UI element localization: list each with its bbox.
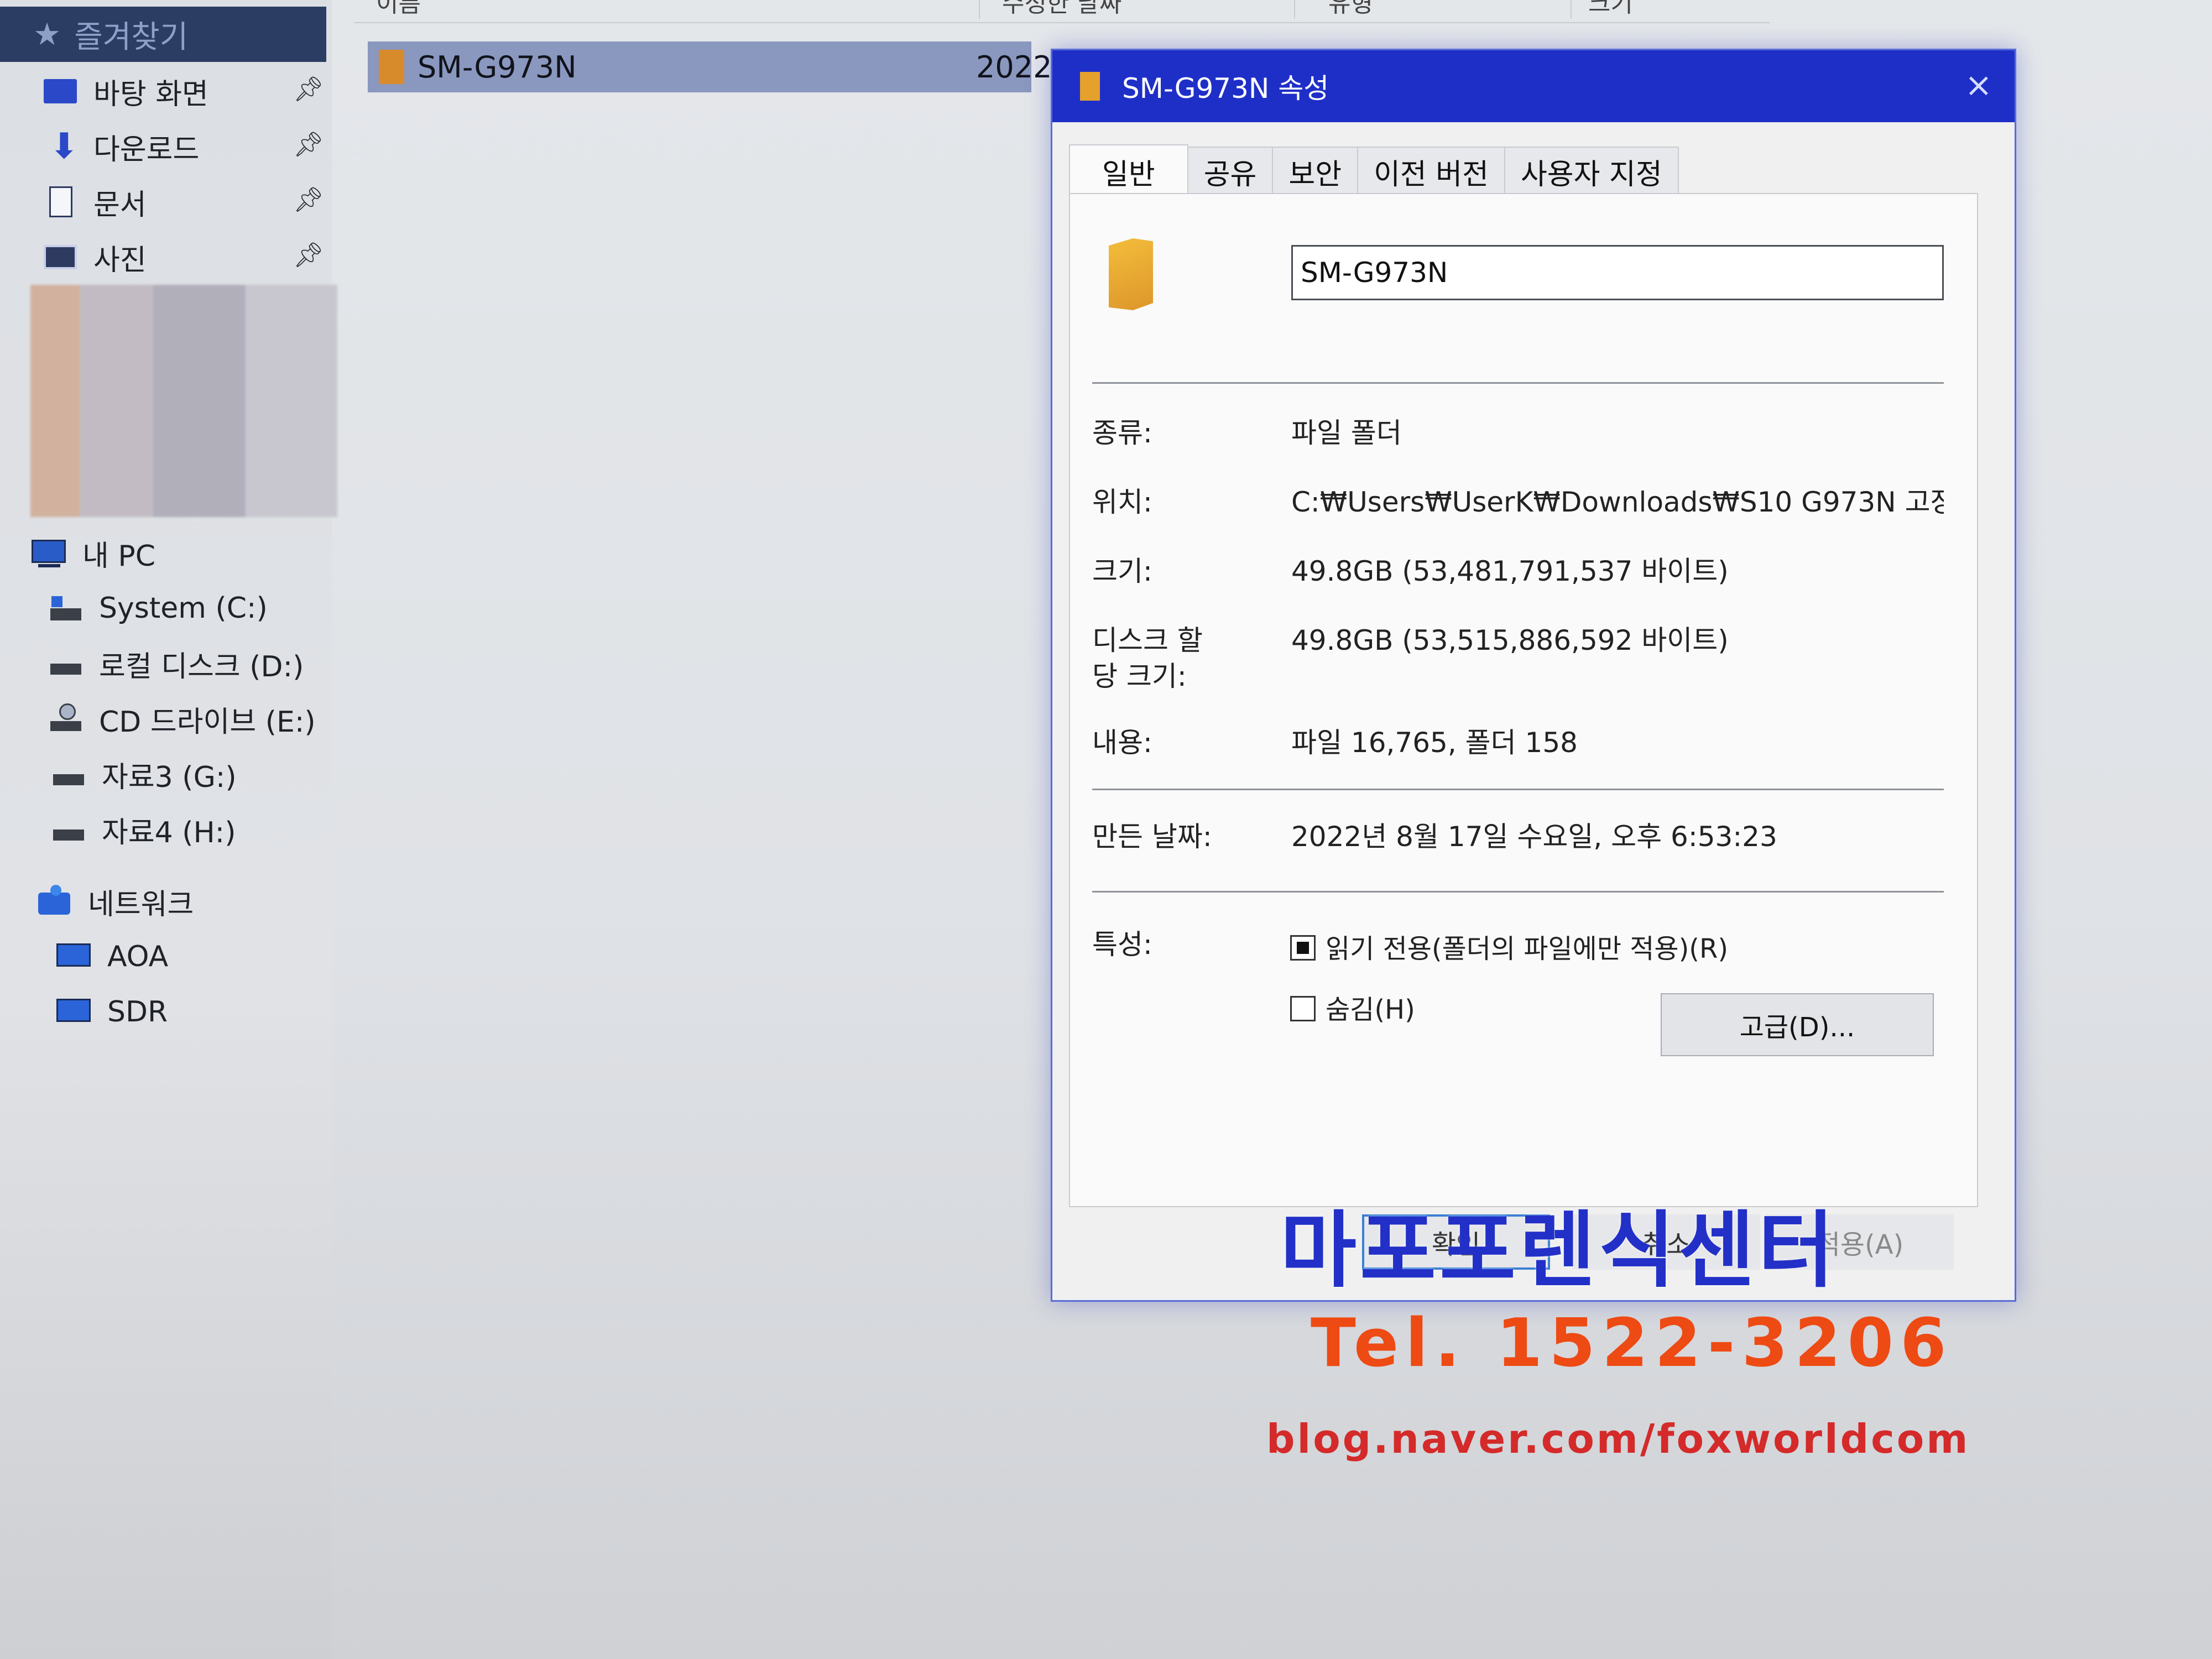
cd-drive-icon [47,702,86,735]
nav-item-label: CD 드라이브 (E:) [99,705,316,739]
navigation-pane: ★ 즐겨찾기 바탕 화면 📌︎ ⬇ 다운로드 📌︎ 문서 📌︎ 사진 📌︎ 내 … [0,0,337,1659]
blurred-region [30,285,337,517]
nav-item-label: 바탕 화면 [93,77,208,111]
dialog-title: SM-G973N 속성 [1122,72,1329,105]
pin-icon[interactable]: 📌︎ [293,130,324,159]
drive-icon [50,758,88,791]
hidden-checkbox[interactable] [1290,996,1316,1021]
column-header-name[interactable]: 이름 [376,0,421,19]
pin-icon[interactable]: 📌︎ [293,185,324,214]
nav-item-sdr[interactable]: SDR [55,987,168,1037]
nav-item-label: 다운로드 [93,133,200,166]
tab-security[interactable]: 보안 [1272,147,1359,195]
watermark-url: blog.naver.com/foxworldcom [1266,1416,1970,1462]
disk-size-value: 49.8GB (53,515,886,592 바이트) [1291,624,1729,656]
nav-item-label: 네트워크 [88,888,194,921]
pin-icon[interactable]: 📌︎ [293,241,324,269]
attributes-label: 특성: [1092,928,1152,961]
nav-item-label: 자료4 (H:) [102,816,236,849]
dialog-titlebar[interactable]: SM-G973N 속성 × [1052,50,2015,122]
disk-size-label-line2: 당 크기: [1092,660,1187,692]
contents-value: 파일 16,765, 폴더 158 [1291,727,1578,759]
advanced-button[interactable]: 고급(D)... [1661,993,1934,1056]
file-name: SM-G973N [418,49,577,85]
system-drive-icon [47,592,86,625]
properties-dialog: SM-G973N 속성 × 일반 공유 보안 이전 버전 사용자 지정 종류: … [1051,49,2016,1302]
location-value: C:₩Users₩UserK₩Downloads₩S10 G973N 고장폰 데… [1291,486,1944,518]
size-value: 49.8GB (53,481,791,537 바이트) [1291,555,1729,587]
pin-icon[interactable]: 📌︎ [293,75,324,103]
drive-icon [47,647,86,680]
created-label: 만든 날짜: [1092,821,1212,853]
nav-item-aoa[interactable]: AOA [55,932,168,982]
watermark-title: 마포포렌식센터 [1280,1203,1838,1299]
tab-general[interactable]: 일반 [1069,144,1188,197]
quick-access-header[interactable]: ★ 즐겨찾기 [0,7,326,62]
file-row-selected[interactable]: SM-G973N 2022- [368,41,1063,92]
nav-item-drive-e[interactable]: CD 드라이브 (E:) [47,694,316,744]
separator [1092,382,1944,384]
watermark-phone: Tel. 1522-3206 [1311,1305,1953,1382]
readonly-checkbox[interactable] [1290,935,1316,961]
nav-item-drive-g[interactable]: 자료3 (G:) [50,749,237,799]
tab-sharing[interactable]: 공유 [1187,147,1274,195]
close-icon[interactable]: × [1965,66,1992,105]
nav-item-network[interactable]: 네트워크 [36,877,194,926]
created-value: 2022년 8월 17일 수요일, 오후 6:53:23 [1291,821,1777,853]
readonly-label[interactable]: 읽기 전용(폴더의 파일에만 적용)(R) [1326,927,1728,966]
desktop-icon [41,75,80,108]
location-label: 위치: [1092,486,1152,518]
nav-item-label: 내 PC [82,539,156,573]
separator [1092,789,1944,790]
type-label: 종류: [1092,417,1152,449]
nav-item-drive-d[interactable]: 로컬 디스크 (D:) [47,639,304,688]
monitor-icon [55,940,94,973]
tab-bar: 일반 공유 보안 이전 버전 사용자 지정 [1069,144,1679,197]
nav-item-pictures[interactable]: 사진 [41,232,147,282]
nav-item-label: SDR [107,995,168,1029]
contents-label: 내용: [1092,727,1152,759]
tab-previous-versions[interactable]: 이전 버전 [1357,147,1505,195]
nav-item-label: AOA [107,940,169,973]
nav-item-drive-h[interactable]: 자료4 (H:) [50,805,236,854]
quick-access-label: 즐겨찾기 [74,19,189,55]
computer-icon [30,536,69,570]
picture-icon [41,241,80,274]
separator [1092,891,1944,893]
nav-item-label: 로컬 디스크 (D:) [99,650,304,684]
column-header-type[interactable]: 유형 [1294,0,1373,19]
column-header-size[interactable]: 크기 [1571,0,1633,19]
column-header-bar: 이름 수정한 날짜 유형 크기 [354,0,1770,23]
file-date: 2022- [976,49,1063,85]
folder-icon [379,50,404,84]
nav-item-drive-c[interactable]: System (C:) [47,583,268,633]
nav-item-desktop[interactable]: 바탕 화면 [41,66,208,116]
network-icon [36,885,75,918]
monitor-icon [55,995,94,1029]
nav-item-label: 사진 [93,243,147,277]
tab-customize[interactable]: 사용자 지정 [1504,147,1679,195]
star-icon: ★ [33,16,61,53]
general-tab-panel: 종류: 파일 폴더 위치: C:₩Users₩UserK₩Downloads₩S… [1069,193,1978,1207]
hidden-label[interactable]: 숨김(H) [1326,988,1415,1026]
disk-size-label-line1: 디스크 할 [1092,624,1203,656]
nav-item-documents[interactable]: 문서 [41,177,147,227]
nav-item-this-pc[interactable]: 내 PC [30,528,155,578]
size-label: 크기: [1092,555,1152,587]
column-header-date[interactable]: 수정한 날짜 [979,0,1121,19]
document-icon [41,185,80,218]
folder-icon [1080,72,1100,101]
folder-icon [1109,238,1153,310]
drive-icon [50,813,88,846]
nav-item-label: 문서 [93,188,147,222]
nav-item-downloads[interactable]: ⬇ 다운로드 [41,122,199,171]
type-value: 파일 폴더 [1291,417,1402,449]
folder-name-input[interactable] [1291,245,1944,300]
nav-item-label: 자료3 (G:) [102,760,237,794]
download-icon: ⬇ [49,126,79,167]
nav-item-label: System (C:) [99,592,268,625]
